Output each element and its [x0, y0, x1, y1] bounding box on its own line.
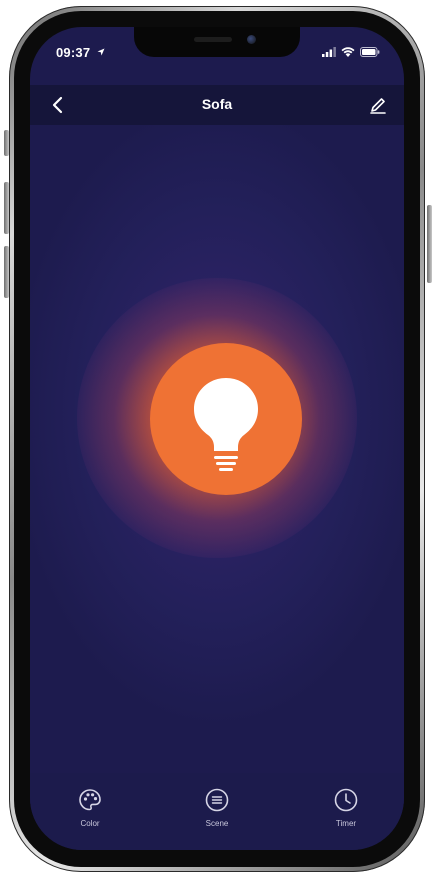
bulb-power-button[interactable]	[150, 343, 302, 495]
clock-icon	[334, 788, 358, 812]
edit-pencil-icon[interactable]	[368, 95, 388, 115]
location-arrow-icon	[97, 48, 105, 56]
tab-label-scene: Scene	[205, 819, 229, 828]
mute-switch	[4, 130, 9, 156]
earpiece-speaker	[194, 37, 232, 42]
tab-color[interactable]: Color	[60, 787, 120, 828]
palette-icon	[79, 789, 101, 811]
tab-label-timer: Timer	[335, 819, 357, 828]
cellular-signal-icon	[322, 47, 336, 57]
camera-notch	[134, 27, 300, 57]
page-title: Sofa	[201, 96, 233, 112]
tab-timer[interactable]: Timer	[316, 787, 376, 828]
lightbulb-icon	[194, 378, 258, 471]
wifi-icon	[341, 47, 355, 57]
battery-icon	[360, 47, 380, 57]
side-power-button	[427, 205, 432, 283]
app-screen: 09:37 Sofa Color Scene Timer	[30, 27, 404, 850]
volume-down-button	[4, 246, 9, 298]
page: 09:37 Sofa Color Scene Timer	[0, 0, 436, 877]
status-time: 09:37	[56, 45, 91, 60]
bottom-tab-bar: Color Scene Timer	[30, 773, 404, 850]
tab-label-color: Color	[80, 819, 100, 828]
status-icons	[322, 46, 380, 58]
tab-scene[interactable]: Scene	[187, 787, 247, 828]
volume-up-button	[4, 182, 9, 234]
scene-icon	[205, 788, 229, 812]
nav-bar: Sofa	[30, 85, 404, 125]
front-camera	[247, 35, 256, 44]
